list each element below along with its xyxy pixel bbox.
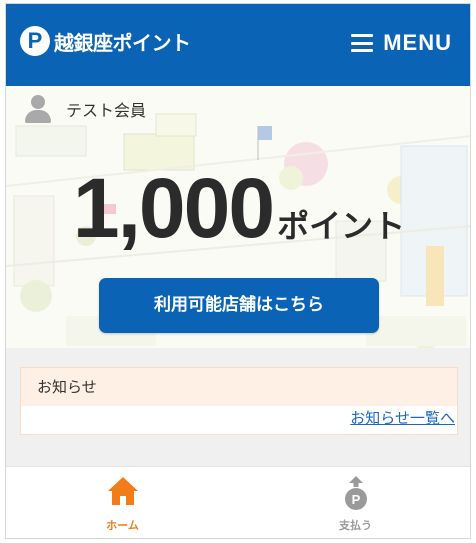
member-name: テスト会員 <box>66 101 147 120</box>
tab-home[interactable]: ホーム <box>6 467 239 538</box>
points-unit: ポイント <box>277 207 406 245</box>
app-header: P 越銀座ポイント MENU <box>6 4 470 86</box>
logo-p-icon: P <box>20 26 50 56</box>
app-frame: P 越銀座ポイント MENU テスト会員 1,000 ポイント 利用可能店舗はこ… <box>5 3 471 539</box>
menu-button[interactable]: MENU <box>351 28 452 58</box>
bottom-tab-bar: ホーム P 支払う <box>6 466 470 538</box>
notice-panel: お知らせ お知らせ一覧へ <box>20 367 458 435</box>
menu-label: MENU <box>383 30 452 55</box>
pay-icon: P <box>344 476 367 510</box>
tab-pay[interactable]: P 支払う <box>239 467 470 538</box>
logo-letter: P <box>27 28 43 53</box>
tab-pay-label: 支払う <box>339 519 372 532</box>
svg-text:P: P <box>351 492 360 507</box>
tab-home-label: ホーム <box>106 519 139 532</box>
logo-text: 越銀座ポイント <box>54 30 191 55</box>
avatar-icon <box>24 94 52 124</box>
logo[interactable]: P 越銀座ポイント <box>20 24 191 58</box>
hamburger-icon <box>351 34 374 52</box>
notice-list-link[interactable]: お知らせ一覧へ <box>350 407 455 428</box>
points-value: 1,000 <box>72 161 275 255</box>
points-display: 1,000 ポイント <box>6 160 470 257</box>
notice-title: お知らせ <box>21 368 457 406</box>
points-hero: テスト会員 1,000 ポイント 利用可能店舗はこちら <box>6 86 470 348</box>
available-stores-button[interactable]: 利用可能店舗はこちら <box>99 278 379 333</box>
member-info: テスト会員 <box>24 92 146 126</box>
home-icon <box>107 477 138 505</box>
